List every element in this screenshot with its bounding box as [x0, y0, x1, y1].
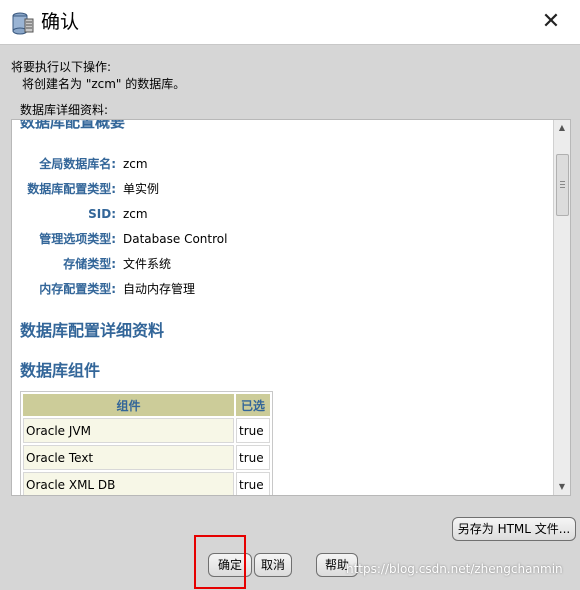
table-row: Oracle XML DB true [23, 472, 270, 495]
save-as-html-button[interactable]: 另存为 HTML 文件... [452, 517, 576, 541]
summary-row: 管理选项类型: Database Control [12, 229, 542, 249]
components-table: 组件 已选 Oracle JVM true Oracle Text true O… [20, 391, 273, 495]
scroll-up-arrow-icon[interactable]: ▲ [554, 120, 570, 136]
component-name: Oracle XML DB [23, 472, 234, 495]
details-scroll-panel[interactable]: 数据库配置概要 全局数据库名: zcm 数据库配置类型: 单实例 SID: zc… [11, 119, 571, 496]
vertical-scrollbar[interactable]: ▲ ▼ [553, 120, 570, 495]
intro-line-1: 将要执行以下操作: [11, 60, 112, 74]
scroll-down-arrow-icon[interactable]: ▼ [554, 479, 570, 495]
summary-value: 自动内存管理 [123, 282, 196, 296]
database-icon [12, 12, 34, 35]
component-name: Oracle JVM [23, 418, 234, 443]
summary-key: SID: [88, 207, 116, 221]
intro-line-2: 将创建名为 "zcm" 的数据库。 [22, 77, 186, 91]
table-header-selected: 已选 [236, 394, 270, 416]
scroll-thumb[interactable] [556, 154, 569, 216]
summary-key: 内存配置类型: [39, 282, 116, 296]
component-selected: true [236, 472, 270, 495]
watermark-text: https://blog.csdn.net/zhengchanmin [346, 562, 563, 576]
summary-key: 管理选项类型: [39, 232, 116, 246]
red-highlight-box [194, 535, 246, 589]
summary-key: 数据库配置类型: [27, 182, 116, 196]
summary-value: zcm [123, 157, 148, 171]
summary-row: 数据库配置类型: 单实例 [12, 179, 542, 199]
table-row: Oracle JVM true [23, 418, 270, 443]
title-bar: 确认 ✕ [0, 0, 580, 45]
summary-heading: 数据库配置概要 [20, 119, 126, 131]
summary-key: 存储类型: [63, 257, 116, 271]
component-name: Oracle Text [23, 445, 234, 470]
summary-value: Database Control [123, 232, 228, 246]
table-header-component: 组件 [23, 394, 234, 416]
section-config-details: 数据库配置详细资料 [20, 321, 165, 340]
summary-row: 存储类型: 文件系统 [12, 254, 542, 274]
summary-value: zcm [123, 207, 148, 221]
window-title: 确认 [41, 11, 80, 33]
summary-row: 全局数据库名: zcm [12, 154, 542, 174]
summary-key: 全局数据库名: [39, 157, 116, 171]
summary-value: 文件系统 [123, 257, 172, 271]
component-selected: true [236, 445, 270, 470]
table-row: Oracle Text true [23, 445, 270, 470]
cancel-button[interactable]: 取消 [254, 553, 292, 577]
summary-value: 单实例 [123, 182, 160, 196]
component-selected: true [236, 418, 270, 443]
summary-row: 内存配置类型: 自动内存管理 [12, 279, 542, 299]
summary-row: SID: zcm [12, 204, 542, 224]
details-label: 数据库详细资料: [20, 103, 109, 117]
section-components: 数据库组件 [20, 361, 101, 380]
close-button[interactable]: ✕ [540, 11, 562, 33]
